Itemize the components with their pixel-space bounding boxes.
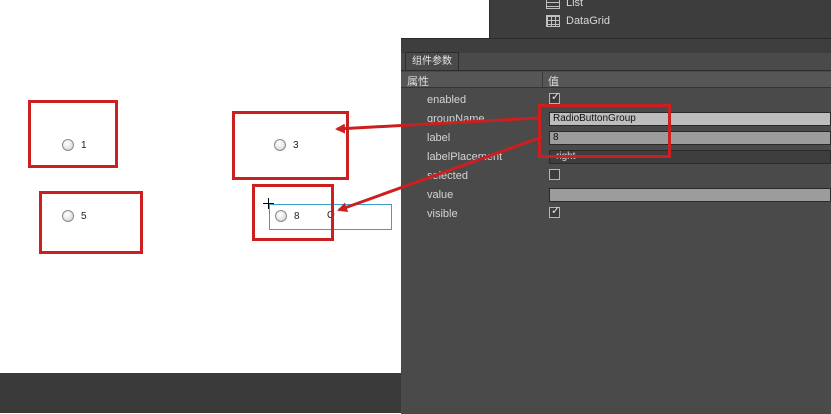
arrow-groupname-to-radio3 [335,116,539,134]
arrow-label-to-radio8 [337,135,543,212]
annotation-arrows [335,116,543,212]
